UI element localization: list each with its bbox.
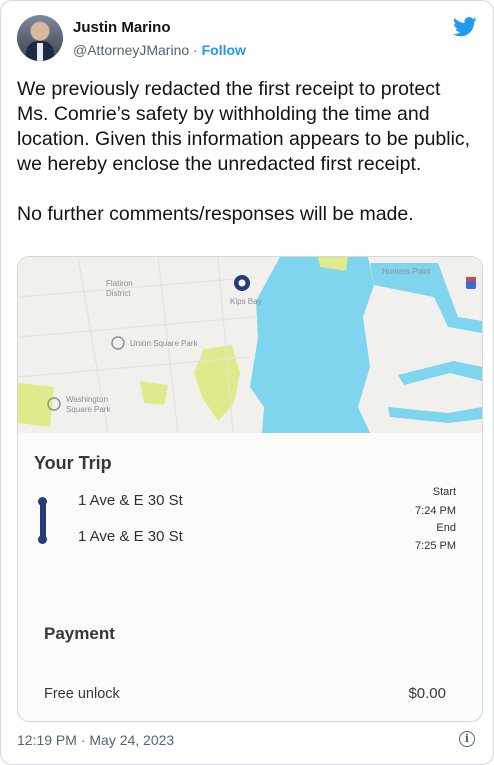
map-label-kips-bay: Kips Bay xyxy=(230,297,262,306)
payment-item: Free unlock xyxy=(44,686,120,702)
tweet-text: We previously redacted the first receipt… xyxy=(17,77,477,227)
river-water xyxy=(250,257,374,433)
tweet-header: Justin Marino @AttorneyJMarino · Follow xyxy=(17,15,477,65)
map-label-flatiron: Flatiron District xyxy=(106,279,133,298)
avatar[interactable] xyxy=(17,15,63,61)
park-area xyxy=(194,345,240,421)
start-time: 7:24 PM xyxy=(415,505,456,517)
payment-amount: $0.00 xyxy=(408,685,446,702)
trip-title: Your Trip xyxy=(34,453,112,473)
author-handle[interactable]: @AttorneyJMarino xyxy=(73,42,189,58)
route-end-dot xyxy=(38,535,47,544)
park-icon xyxy=(111,336,125,350)
payment-title: Payment xyxy=(44,624,115,643)
tweet-paragraph-2: No further comments/responses will be ma… xyxy=(17,203,414,225)
end-label: End xyxy=(436,522,456,534)
end-time: 7:25 PM xyxy=(415,540,456,552)
start-stop: 1 Ave & E 30 St xyxy=(78,492,183,509)
handle-row: @AttorneyJMarino · Follow xyxy=(73,42,246,58)
info-icon[interactable]: i xyxy=(459,731,475,747)
map-label-washington-square: Washington Square Park xyxy=(66,395,111,414)
end-stop: 1 Ave & E 30 St xyxy=(78,528,183,545)
tweet-paragraph-1: We previously redacted the first receipt… xyxy=(17,78,476,175)
map-label-hunters-point: Hunters Point xyxy=(382,267,431,276)
tweet-card: Justin Marino @AttorneyJMarino · Follow … xyxy=(0,0,494,765)
receipt-image[interactable]: Flatiron District Kips Bay Union Square … xyxy=(17,256,483,722)
separator-dot: · xyxy=(193,42,198,58)
author-name[interactable]: Justin Marino xyxy=(73,19,171,36)
twitter-bird-icon[interactable] xyxy=(453,17,477,37)
map-label-union-square: Union Square Park xyxy=(130,339,198,348)
start-label: Start xyxy=(432,486,456,498)
tweet-timestamp[interactable]: 12:19 PM · May 24, 2023 xyxy=(17,732,174,748)
map-area: Flatiron District Kips Bay Union Square … xyxy=(18,257,482,433)
follow-button[interactable]: Follow xyxy=(202,42,246,58)
